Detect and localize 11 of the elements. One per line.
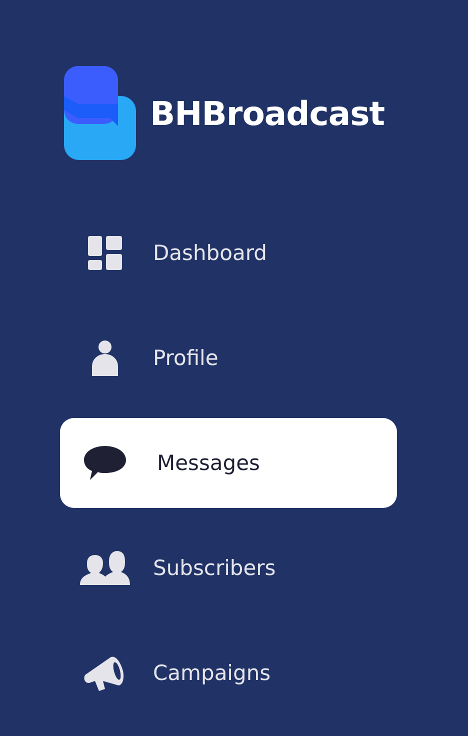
dashboard-icon: [88, 236, 122, 270]
person-icon: [92, 340, 118, 376]
nav-item[interactable]: Profile: [60, 313, 397, 403]
nav-item[interactable]: Messages: [60, 418, 397, 508]
people-icon: [80, 551, 130, 585]
app-name: BHBroadcast: [150, 94, 385, 132]
nav-item[interactable]: Campaigns: [60, 628, 397, 718]
speech-bubble-icon: [83, 445, 127, 481]
logo-icon: [64, 66, 136, 160]
nav-item[interactable]: Dashboard: [60, 208, 397, 298]
nav-item[interactable]: Subscribers: [60, 523, 397, 613]
